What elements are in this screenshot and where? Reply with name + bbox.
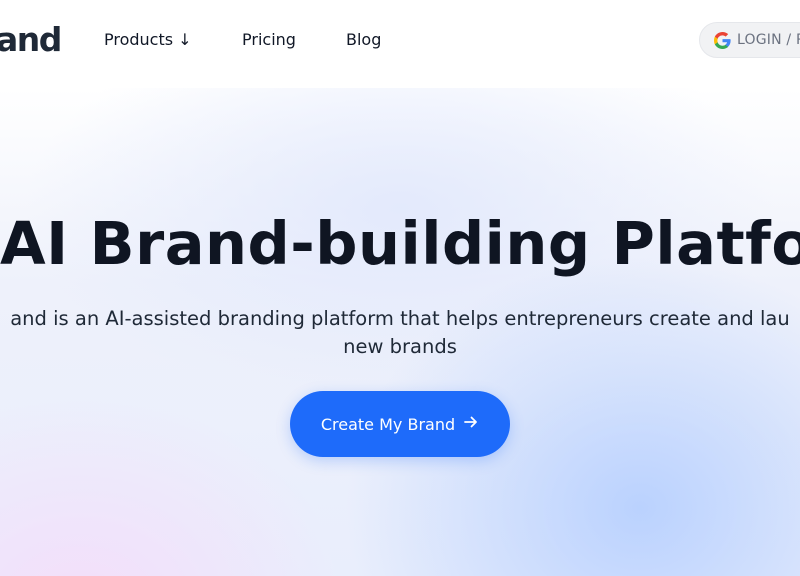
page: and Products ↓ Pricing Blog LOGIN / R AI… xyxy=(0,0,800,576)
login-button[interactable]: LOGIN / R xyxy=(699,22,800,58)
nav-blog[interactable]: Blog xyxy=(346,28,381,52)
site-header: and Products ↓ Pricing Blog LOGIN / R xyxy=(0,0,800,88)
cta-label: Create My Brand xyxy=(320,414,456,434)
hero-subtitle-line-2: new brands xyxy=(343,335,457,358)
google-icon xyxy=(714,31,731,49)
login-label: LOGIN / R xyxy=(737,32,800,48)
nav-pricing[interactable]: Pricing xyxy=(242,28,296,52)
hero-subtitle-line-1: and is an AI-assisted branding platform … xyxy=(10,307,790,330)
hero-subtitle: and is an AI-assisted branding platform … xyxy=(0,305,800,361)
create-my-brand-button[interactable]: Create My Brand xyxy=(290,391,510,457)
hero-title: AI Brand-building Platform xyxy=(0,209,800,278)
arrow-right-icon xyxy=(463,414,479,434)
logo[interactable]: and xyxy=(0,18,62,62)
nav-products[interactable]: Products ↓ xyxy=(104,28,192,52)
